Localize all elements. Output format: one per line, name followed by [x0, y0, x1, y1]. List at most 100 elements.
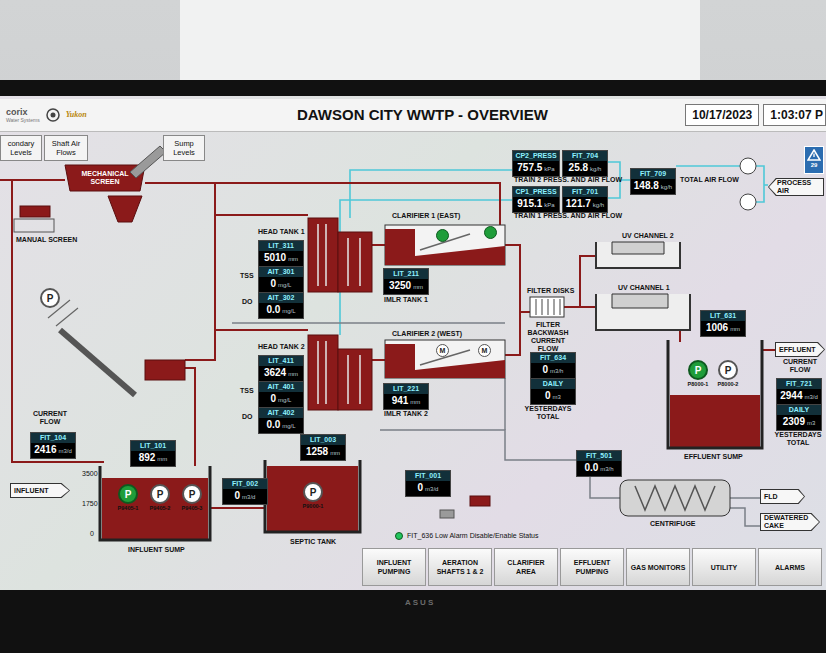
instrument-unit: m3 — [807, 417, 815, 430]
instrument-box: LIT_221941mm — [383, 383, 429, 410]
instrument-box: FIT_70425.8kg/h — [562, 150, 608, 177]
instrument-unit: mm — [288, 368, 298, 381]
pump-symbol: P — [47, 293, 54, 304]
nav-button[interactable]: condary Levels — [0, 135, 42, 161]
instrument-box: LIT_101892mm — [130, 440, 176, 467]
instrument-unit: m3/h — [600, 463, 613, 476]
pump[interactable]: PP9000-1 — [298, 482, 328, 510]
nav-button[interactable]: Sump Levels — [163, 135, 205, 161]
instrument-reading: 25.8kg/h — [563, 161, 607, 176]
diagram-label: 1750 — [82, 500, 98, 508]
arrow-label: FLD — [761, 490, 804, 503]
instrument-unit: mm — [288, 253, 298, 266]
pump-label: P9000-1 — [303, 503, 324, 510]
diagram-label: YESTERDAYS TOTAL — [520, 405, 576, 421]
instrument-box: LIT_4113624mm — [258, 355, 304, 382]
instrument-box: DAILY2309m3 — [776, 404, 822, 431]
nav-tab[interactable]: INFLUENT PUMPING — [362, 548, 426, 586]
status-dot — [395, 532, 403, 540]
diagram-label: FILTER DISKS — [527, 287, 574, 295]
instrument-tag: LIT_101 — [131, 441, 175, 451]
clarifier-drive[interactable] — [484, 226, 497, 239]
diagram-label: 0 — [90, 530, 94, 538]
instrument-value: 148.8 — [634, 179, 659, 192]
instrument-value: 0 — [543, 363, 549, 376]
nav-tab[interactable]: GAS MONITORS — [626, 548, 690, 586]
instrument-tag: AIT_301 — [259, 267, 303, 277]
instrument-tag: LIT_211 — [384, 269, 428, 279]
nav-tab[interactable]: EFFLUENT PUMPING — [560, 548, 624, 586]
instrument-tag: FIT_704 — [563, 151, 607, 161]
instrument-value: 2944 — [780, 389, 802, 402]
alarm-button[interactable]: 29 — [804, 146, 824, 174]
instrument-reading: 0mg/L — [259, 392, 303, 407]
nav-tab[interactable]: ALARMS — [758, 548, 822, 586]
flow-arrow: PROCESS AIR — [768, 178, 824, 196]
instrument-value: 2416 — [34, 443, 56, 456]
clarifier-drive[interactable]: M — [478, 344, 491, 357]
pump[interactable]: PP8000-1 — [683, 360, 713, 388]
pump-icon[interactable]: P — [40, 288, 60, 308]
pump-icon[interactable]: P — [688, 360, 708, 380]
instrument-unit: mg/L — [282, 420, 295, 433]
instrument-box: FIT_701121.7kg/h — [562, 186, 608, 213]
instrument-value: 1258 — [306, 445, 328, 458]
time-box: 1:03:07 P — [763, 104, 826, 126]
pump[interactable]: PP9405-1 — [113, 484, 143, 512]
diagram-label: TRAIN 1 PRESS. AND AIR FLOW — [514, 212, 622, 220]
pump[interactable]: P — [35, 288, 65, 308]
instrument-tag: LIT_003 — [301, 435, 345, 445]
diagram-label: CURRENT FLOW — [778, 358, 822, 374]
nav-tab[interactable]: CLARIFIER AREA — [494, 548, 558, 586]
instrument-tag: FIT_001 — [406, 471, 450, 481]
warning-icon — [807, 149, 821, 161]
instrument-value: 941 — [392, 394, 409, 407]
instrument-unit: mm — [413, 281, 423, 294]
instrument-box: FIT_6340m3/h — [530, 352, 576, 379]
photo: ASUS — [0, 0, 826, 653]
instrument-tag: CP1_PRESS — [513, 187, 559, 197]
nav-button[interactable]: Shaft Air Flows — [44, 135, 88, 161]
instrument-value: 0 — [418, 481, 424, 494]
pump[interactable]: PP9405-2 — [145, 484, 175, 512]
nav-tab[interactable]: UTILITY — [692, 548, 756, 586]
instrument-value: 0 — [271, 277, 277, 290]
instrument-unit: m3/d — [425, 483, 438, 496]
diagram-label: TOTAL AIR FLOW — [680, 176, 739, 184]
instrument-tag: FIT_709 — [631, 169, 675, 179]
pump-icon[interactable]: P — [118, 484, 138, 504]
instrument-box: DAILY0m3 — [530, 378, 576, 405]
pump-label: P8000-2 — [718, 381, 739, 388]
seal-icon — [46, 108, 60, 122]
drive-symbol: M — [482, 347, 488, 355]
clarifier-drive[interactable]: M — [436, 344, 449, 357]
pump-icon[interactable]: P — [150, 484, 170, 504]
instrument-tag: LIT_631 — [701, 311, 745, 321]
clarifier-drive[interactable] — [436, 229, 449, 242]
instrument-reading: 0m3/d — [223, 489, 267, 504]
pump-label: P9405-1 — [118, 505, 139, 512]
instrument-box: FIT_1042416m3/d — [30, 432, 76, 459]
nav-tab[interactable]: AERATION SHAFTS 1 & 2 — [428, 548, 492, 586]
instrument-reading: 0mg/L — [259, 277, 303, 292]
instrument-value: 1006 — [706, 321, 728, 334]
diagram-label: YESTERDAYS TOTAL — [770, 431, 826, 447]
pump[interactable]: PP8000-2 — [713, 360, 743, 388]
instrument-reading: 3250mm — [384, 279, 428, 294]
instrument-unit: mm — [330, 447, 340, 460]
arrow-label: INFLUENT — [11, 484, 69, 497]
pump-icon[interactable]: P — [182, 484, 202, 504]
instrument-box: LIT_6311006mm — [700, 310, 746, 337]
diagram-label: MANUAL SCREEN — [16, 236, 77, 244]
diagram-label: IMLR TANK 1 — [384, 296, 428, 304]
diagram-label: TSS — [240, 272, 254, 280]
instrument-unit: mm — [730, 323, 740, 336]
screen-title: DAWSON CITY WWTP - OVERVIEW — [297, 104, 548, 127]
pump-icon[interactable]: P — [303, 482, 323, 502]
pump-icon[interactable]: P — [718, 360, 738, 380]
pump[interactable]: PP9405-3 — [177, 484, 207, 512]
instrument-unit: kPa — [544, 163, 554, 176]
instrument-box: FIT_7212944m3/d — [776, 378, 822, 405]
bottom-nav: INFLUENT PUMPINGAERATION SHAFTS 1 & 2CLA… — [362, 548, 822, 586]
instrument-reading: 0m3/h — [531, 363, 575, 378]
